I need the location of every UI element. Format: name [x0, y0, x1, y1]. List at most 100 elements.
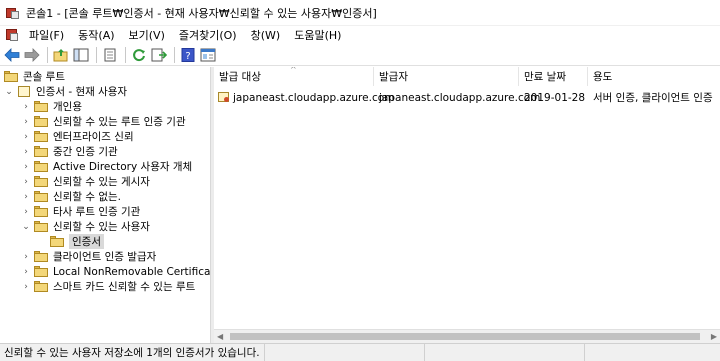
folder-open-icon: [34, 221, 48, 232]
tree-item-cert-store[interactable]: ⌄ 인증서 - 현재 사용자: [4, 84, 127, 99]
tree-item-certificates-selected[interactable]: 인증서: [50, 234, 104, 249]
folder-icon: [34, 266, 48, 277]
folder-icon: [34, 116, 48, 127]
menu-action[interactable]: 동작(A): [71, 27, 121, 43]
column-header-label: 만료 날짜: [524, 71, 566, 83]
scroll-right-icon[interactable]: ▶: [711, 332, 717, 341]
cell-expiry: 2019-01-28: [524, 91, 586, 104]
chevron-down-icon[interactable]: ⌄: [21, 222, 31, 232]
tree-item-label: Active Directory 사용자 개체: [53, 161, 193, 173]
menu-file[interactable]: 파일(F): [22, 27, 71, 43]
tree-item-label: 스마트 카드 신뢰할 수 있는 루트: [53, 281, 196, 293]
tree-item-label: 신뢰할 수 없는.: [53, 191, 121, 203]
menu-favorites[interactable]: 즐겨찾기(O): [172, 27, 244, 43]
chevron-right-icon[interactable]: ›: [21, 177, 31, 187]
tree-item-folder[interactable]: › 스마트 카드 신뢰할 수 있는 루트: [21, 279, 195, 294]
chevron-right-icon[interactable]: ›: [21, 252, 31, 262]
chevron-right-icon[interactable]: ›: [21, 207, 31, 217]
menu-view[interactable]: 보기(V): [122, 27, 172, 43]
folder-icon: [34, 176, 48, 187]
certificate-icon: [217, 91, 231, 104]
column-header-issued-to[interactable]: ^ 발급 대상: [214, 67, 374, 86]
status-cell-empty: [425, 343, 585, 361]
copy-icon[interactable]: [101, 46, 119, 64]
tree-item-folder[interactable]: › Local NonRemovable Certificates: [21, 264, 211, 279]
tree-item-label: 인증서: [69, 234, 104, 249]
tree-item-label: 신뢰할 수 있는 루트 인증 기관: [53, 116, 186, 128]
folder-icon: [50, 236, 64, 247]
folder-icon: [34, 101, 48, 112]
chevron-right-icon[interactable]: ›: [21, 102, 31, 112]
tree-item-console-root[interactable]: 콘솔 루트: [4, 69, 65, 84]
status-text: 신뢰할 수 있는 사용자 저장소에 1개의 인증서가 있습니다.: [0, 343, 265, 361]
mmc-app-icon: [6, 6, 20, 20]
horizontal-scrollbar[interactable]: ◀ ▶: [214, 329, 720, 343]
toolbar-separator: [96, 46, 97, 63]
folder-icon: [34, 161, 48, 172]
title-bar: 콘솔1 - [콘솔 루트₩인증서 - 현재 사용자₩신뢰할 수 있는 사용자₩인…: [0, 0, 720, 26]
status-bar: 신뢰할 수 있는 사용자 저장소에 1개의 인증서가 있습니다.: [0, 343, 720, 361]
console-menu-icon[interactable]: [4, 27, 20, 43]
tree-item-label: 개인용: [53, 101, 82, 113]
tree-item-trusted-people[interactable]: ⌄ 신뢰할 수 있는 사용자: [21, 219, 150, 234]
tree-item-folder[interactable]: › Active Directory 사용자 개체: [21, 159, 192, 174]
show-hide-tree-icon[interactable]: [72, 46, 90, 64]
tree-item-label: 중간 인증 기관: [53, 146, 118, 158]
properties-icon[interactable]: [199, 46, 217, 64]
tree-item-folder[interactable]: › 엔터프라이즈 신뢰: [21, 129, 134, 144]
up-folder-icon[interactable]: [52, 46, 70, 64]
scroll-left-icon[interactable]: ◀: [217, 332, 223, 341]
menu-help[interactable]: 도움말(H): [287, 27, 348, 43]
folder-icon: [34, 146, 48, 157]
svg-text:?: ?: [185, 51, 190, 62]
column-header-label: 발급자: [379, 71, 408, 83]
export-list-icon[interactable]: [150, 46, 168, 64]
tree-item-folder[interactable]: › 신뢰할 수 있는 게시자: [21, 174, 150, 189]
chevron-right-icon[interactable]: ›: [21, 162, 31, 172]
menu-bar: 파일(F) 동작(A) 보기(V) 즐겨찾기(O) 창(W) 도움말(H): [0, 26, 720, 44]
tree-item-label: 콘솔 루트: [23, 71, 65, 83]
chevron-right-icon[interactable]: ›: [21, 192, 31, 202]
folder-icon: [34, 131, 48, 142]
results-pane[interactable]: ^ 발급 대상 발급자 만료 날짜 용도 japaneast.cloudapp.…: [214, 67, 720, 343]
tree-item-folder[interactable]: › 클라이언트 인증 발급자: [21, 249, 156, 264]
toolbar: ?: [0, 44, 720, 66]
certificate-store-icon: [17, 85, 31, 98]
tree-item-label: 신뢰할 수 있는 사용자: [53, 221, 150, 233]
chevron-right-icon[interactable]: ›: [21, 267, 31, 277]
cell-purpose: 서버 인증, 클라이언트 인증: [593, 92, 713, 104]
forward-icon[interactable]: [23, 46, 41, 64]
chevron-right-icon[interactable]: ›: [21, 147, 31, 157]
refresh-icon[interactable]: [130, 46, 148, 64]
back-icon[interactable]: [3, 46, 21, 64]
column-header-purpose[interactable]: 용도: [588, 67, 720, 86]
tree-item-label: Local NonRemovable Certificates: [53, 265, 211, 278]
chevron-right-icon[interactable]: ›: [21, 282, 31, 292]
tree-item-folder[interactable]: › 중간 인증 기관: [21, 144, 118, 159]
status-cell-empty: [265, 343, 425, 361]
table-row[interactable]: japaneast.cloudapp.azure.com: [217, 90, 394, 105]
tree-item-folder[interactable]: › 타사 루트 인증 기관: [21, 204, 140, 219]
column-header-expiry[interactable]: 만료 날짜: [519, 67, 588, 86]
menu-window[interactable]: 창(W): [244, 27, 288, 43]
chevron-right-icon[interactable]: ›: [21, 117, 31, 127]
tree-item-folder[interactable]: › 신뢰할 수 없는.: [21, 189, 121, 204]
console-tree-pane[interactable]: 콘솔 루트 ⌄ 인증서 - 현재 사용자 › 개인용 › 신뢰할 수 있는 루트…: [0, 67, 211, 343]
column-header-issued-by[interactable]: 발급자: [374, 67, 519, 86]
tree-item-folder[interactable]: › 신뢰할 수 있는 루트 인증 기관: [21, 114, 186, 129]
tree-item-folder[interactable]: › 개인용: [21, 99, 82, 114]
cell-issued-to: japaneast.cloudapp.azure.com: [233, 91, 395, 104]
scrollbar-thumb[interactable]: [230, 333, 700, 340]
folder-icon: [34, 191, 48, 202]
help-icon[interactable]: ?: [179, 46, 197, 64]
column-header-label: 발급 대상: [219, 71, 261, 83]
tree-item-label: 신뢰할 수 있는 게시자: [53, 176, 150, 188]
tree-item-label: 클라이언트 인증 발급자: [53, 251, 157, 263]
cell-issued-by: japaneast.cloudapp.azure.com: [379, 91, 541, 104]
column-header-label: 용도: [593, 71, 613, 83]
chevron-down-icon[interactable]: ⌄: [4, 87, 14, 97]
chevron-right-icon[interactable]: ›: [21, 132, 31, 142]
folder-icon: [34, 251, 48, 262]
tree-item-label: 타사 루트 인증 기관: [53, 206, 141, 218]
toolbar-separator: [125, 46, 126, 63]
